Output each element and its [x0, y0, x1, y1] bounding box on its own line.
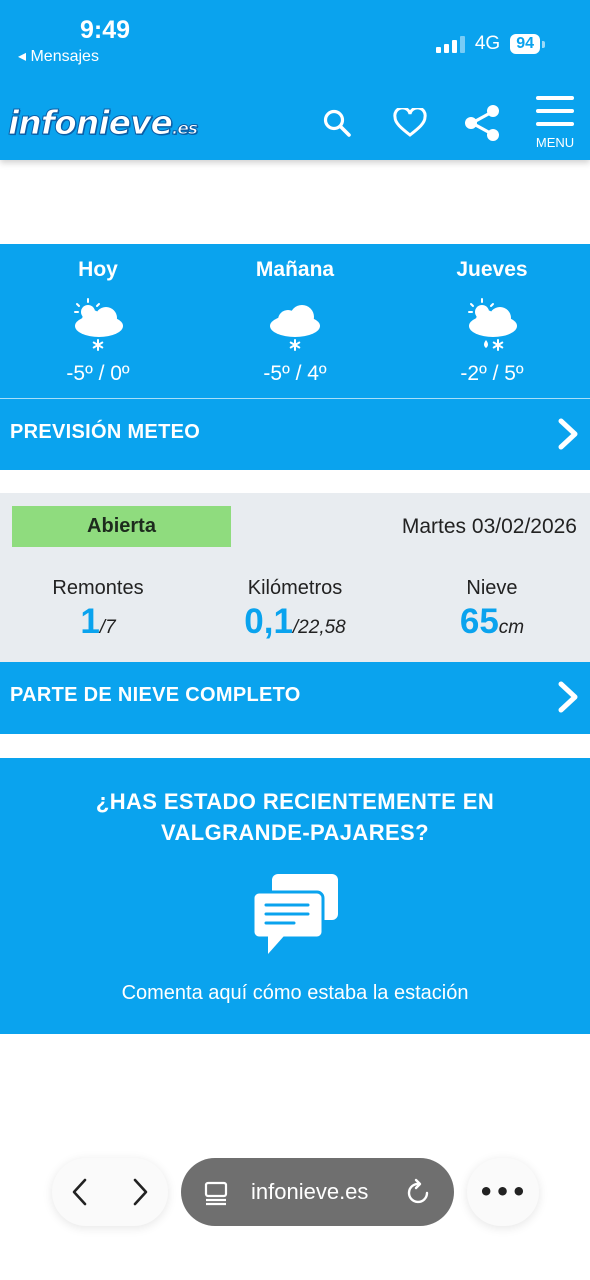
cta-title-line: VALGRANDE-PAJARES? [161, 820, 429, 845]
forward-button[interactable] [122, 1174, 158, 1210]
stat-kilometers: Kilómetros 0,1/22,58 [197, 577, 393, 642]
status-indicators: 4G 94 [435, 32, 545, 56]
forecast-link[interactable]: PREVISIÓN METEO [0, 399, 590, 469]
cta-subtitle: Comenta aquí cómo estaba la estación [121, 982, 469, 1004]
signal-icon [435, 35, 465, 53]
address-bar[interactable]: infonieve.es [181, 1158, 454, 1226]
share-button[interactable] [459, 100, 505, 146]
day-temperature: -5º / 0º [66, 362, 130, 385]
logo-main: infonieve [8, 103, 174, 143]
search-button[interactable] [314, 100, 360, 146]
chevron-right-icon [558, 418, 578, 450]
stat-snow: Nieve 65cm [394, 577, 590, 642]
stat-value: 65 [459, 602, 499, 641]
search-icon [323, 109, 351, 137]
chevron-left-icon [72, 1178, 87, 1206]
page-menu-icon [204, 1181, 228, 1206]
chat-bubbles-icon [251, 874, 338, 954]
status-badge: Abierta [12, 506, 231, 547]
snow-report-link-label: PARTE DE NIEVE COMPLETO [10, 684, 301, 706]
reload-icon[interactable] [406, 1178, 432, 1206]
chevron-right-icon [558, 681, 578, 713]
share-icon [465, 105, 499, 141]
day-temperature: -2º / 5º [460, 362, 524, 385]
forecast-link-label: PREVISIÓN METEO [10, 421, 201, 443]
sun-cloud-snow-icon [74, 298, 123, 351]
day-name: Hoy [78, 258, 118, 281]
day-name: Jueves [456, 258, 528, 281]
forecast-day-today: Hoy -5º / 0º [0, 258, 196, 386]
stat-value: 1 [80, 602, 100, 641]
stat-total: /7 [99, 617, 116, 638]
cta-title-line: ¿HAS ESTADO RECIENTEMENTE EN [95, 789, 495, 814]
browser-nav [52, 1158, 168, 1226]
status-time: 9:49 [80, 16, 131, 44]
url-text: infonieve.es [251, 1179, 369, 1204]
cta-title: ¿HAS ESTADO RECIENTEMENTE EN VALGRANDE-P… [0, 786, 590, 848]
report-date: Martes 03/02/2026 [401, 515, 577, 538]
chevron-right-icon [133, 1178, 148, 1206]
snow-report: Abierta Martes 03/02/2026 Remontes 1/7 K… [0, 493, 590, 662]
stat-unit: cm [498, 617, 525, 638]
network-type: 4G [474, 33, 501, 54]
stat-label: Kilómetros [247, 577, 343, 599]
back-button[interactable] [62, 1174, 98, 1210]
day-temperature: -5º / 4º [263, 362, 327, 385]
top-header: 9:49 ◂ Mensajes 4G 94 infonieve.es MENU [0, 0, 590, 160]
favorites-button[interactable] [387, 100, 433, 146]
sun-cloud-rain-snow-icon [468, 298, 517, 351]
stat-label: Nieve [466, 577, 518, 599]
battery-icon: 94 [510, 34, 545, 54]
menu-label: MENU [535, 135, 575, 150]
back-to-messages[interactable]: ◂ Mensajes [18, 46, 99, 66]
comment-cta[interactable]: ¿HAS ESTADO RECIENTEMENTE EN VALGRANDE-P… [0, 758, 590, 1034]
logo-suffix: .es [171, 119, 198, 140]
cloud-snow-icon [270, 305, 320, 351]
infonieve-logo[interactable]: infonieve.es [8, 103, 199, 143]
forecast-day-thursday: Jueves -2º / 5º [394, 258, 590, 386]
stat-lifts: Remontes 1/7 [0, 577, 196, 642]
forecast-day-tomorrow: Mañana -5º / 4º [197, 258, 393, 386]
stat-value: 0,1 [244, 602, 293, 641]
day-name: Mañana [255, 258, 335, 281]
heart-icon [393, 108, 427, 137]
snow-report-link[interactable]: PARTE DE NIEVE COMPLETO [0, 662, 590, 734]
stat-label: Remontes [52, 577, 144, 599]
more-button[interactable]: ••• [467, 1158, 539, 1226]
stat-total: /22,58 [292, 617, 346, 638]
menu-button[interactable]: MENU [526, 96, 584, 150]
hamburger-icon [536, 96, 574, 100]
